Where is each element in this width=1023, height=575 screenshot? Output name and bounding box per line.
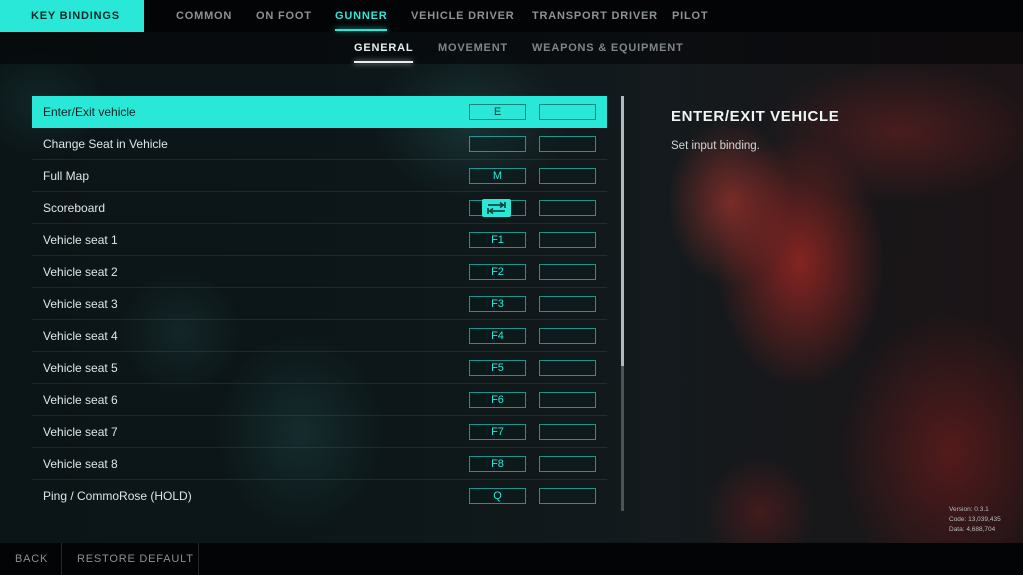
binding-row-vehicle-seat-2[interactable]: Vehicle seat 2 F2 (32, 256, 607, 288)
binding-row-scoreboard[interactable]: Scoreboard (32, 192, 607, 224)
binding-row-vehicle-seat-7[interactable]: Vehicle seat 7 F7 (32, 416, 607, 448)
binding-label: Vehicle seat 4 (43, 329, 118, 343)
binding-label: Vehicle seat 5 (43, 361, 118, 375)
version-text: Version: 0.3.1 (949, 506, 989, 513)
data-text: Data: 4,688,704 (949, 526, 996, 533)
binding-row-enter-exit-vehicle[interactable]: Enter/Exit vehicle E (32, 96, 607, 128)
secondary-key-slot[interactable] (539, 168, 596, 184)
list-scrollbar[interactable] (621, 96, 624, 511)
detail-description: Set input binding. (671, 140, 760, 152)
subtab-general[interactable]: GENERAL (354, 32, 414, 64)
primary-key-slot[interactable]: F5 (469, 360, 526, 376)
binding-label: Vehicle seat 1 (43, 233, 118, 247)
bindings-list: Enter/Exit vehicle E Change Seat in Vehi… (32, 96, 607, 512)
primary-key-slot[interactable]: F8 (469, 456, 526, 472)
tab-gunner[interactable]: GUNNER (335, 0, 388, 32)
binding-label: Vehicle seat 6 (43, 393, 118, 407)
secondary-key-slot[interactable] (539, 360, 596, 376)
primary-key-slot[interactable]: F4 (469, 328, 526, 344)
primary-key-slot[interactable]: Q (469, 488, 526, 504)
secondary-key-slot[interactable] (539, 328, 596, 344)
detail-title: ENTER/EXIT VEHICLE (671, 108, 840, 125)
primary-key-slot[interactable]: F6 (469, 392, 526, 408)
primary-key-slot[interactable]: F7 (469, 424, 526, 440)
binding-label: Scoreboard (43, 201, 106, 215)
secondary-key-slot[interactable] (539, 200, 596, 216)
subtab-weapons-equipment[interactable]: WEAPONS & EQUIPMENT (532, 32, 684, 64)
binding-label: Full Map (43, 169, 90, 183)
page-title: KEY BINDINGS (0, 0, 144, 32)
primary-key-slot[interactable]: F3 (469, 296, 526, 312)
tab-transport-driver[interactable]: TRANSPORT DRIVER (532, 0, 658, 32)
tab-on-foot[interactable]: ON FOOT (256, 0, 312, 32)
back-button[interactable]: BACK (15, 543, 48, 575)
secondary-key-slot[interactable] (539, 136, 596, 152)
binding-row-full-map[interactable]: Full Map M (32, 160, 607, 192)
footer-divider (198, 543, 199, 575)
primary-key-slot[interactable]: F1 (469, 232, 526, 248)
secondary-key-slot[interactable] (539, 488, 596, 504)
secondary-key-slot[interactable] (539, 232, 596, 248)
code-text: Code: 13,039,435 (949, 516, 1001, 523)
binding-label: Vehicle seat 7 (43, 425, 118, 439)
primary-key-slot[interactable] (469, 136, 526, 152)
primary-key-slot[interactable]: E (469, 104, 526, 120)
tab-pilot[interactable]: PILOT (672, 0, 708, 32)
scrollbar-thumb[interactable] (621, 96, 624, 366)
binding-row-vehicle-seat-5[interactable]: Vehicle seat 5 F5 (32, 352, 607, 384)
secondary-key-slot[interactable] (539, 296, 596, 312)
binding-label: Vehicle seat 3 (43, 297, 118, 311)
build-info: Version: 0.3.1 Code: 13,039,435 Data: 4,… (949, 505, 1001, 535)
secondary-key-slot[interactable] (539, 392, 596, 408)
subtab-movement[interactable]: MOVEMENT (438, 32, 508, 64)
binding-row-ping-commorose[interactable]: Ping / CommoRose (HOLD) Q (32, 480, 607, 512)
binding-row-vehicle-seat-6[interactable]: Vehicle seat 6 F6 (32, 384, 607, 416)
tab-common[interactable]: COMMON (176, 0, 232, 32)
footer-divider (61, 543, 62, 575)
primary-key-slot[interactable]: F2 (469, 264, 526, 280)
secondary-key-slot[interactable] (539, 104, 596, 120)
binding-label: Vehicle seat 8 (43, 457, 118, 471)
binding-row-vehicle-seat-4[interactable]: Vehicle seat 4 F4 (32, 320, 607, 352)
binding-row-vehicle-seat-1[interactable]: Vehicle seat 1 F1 (32, 224, 607, 256)
restore-default-button[interactable]: RESTORE DEFAULT (77, 543, 194, 575)
binding-row-vehicle-seat-3[interactable]: Vehicle seat 3 F3 (32, 288, 607, 320)
binding-label: Enter/Exit vehicle (43, 105, 136, 119)
secondary-key-slot[interactable] (539, 264, 596, 280)
secondary-key-slot[interactable] (539, 456, 596, 472)
binding-row-vehicle-seat-8[interactable]: Vehicle seat 8 F8 (32, 448, 607, 480)
binding-label: Vehicle seat 2 (43, 265, 118, 279)
sub-nav-bar (0, 32, 1023, 64)
tab-key-icon (482, 199, 511, 217)
binding-label: Change Seat in Vehicle (43, 137, 168, 151)
binding-row-change-seat[interactable]: Change Seat in Vehicle (32, 128, 607, 160)
primary-key-slot[interactable] (469, 199, 526, 217)
primary-key-slot[interactable]: M (469, 168, 526, 184)
secondary-key-slot[interactable] (539, 424, 596, 440)
tab-vehicle-driver[interactable]: VEHICLE DRIVER (411, 0, 515, 32)
binding-label: Ping / CommoRose (HOLD) (43, 489, 192, 503)
